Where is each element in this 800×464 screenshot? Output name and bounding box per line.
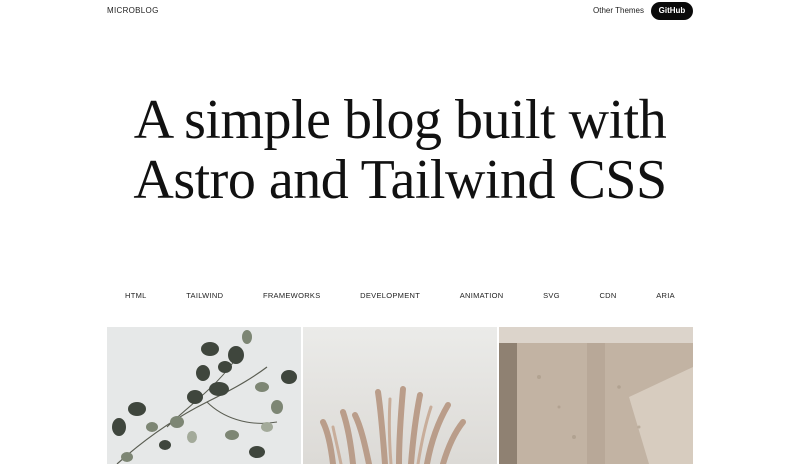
concrete-wall-image <box>499 327 693 464</box>
post-card-3[interactable] <box>499 327 693 464</box>
hero-line-1: A simple blog built with <box>133 89 667 151</box>
tag-animation[interactable]: ANIMATION <box>460 291 504 300</box>
post-gallery <box>107 327 693 464</box>
tag-tailwind[interactable]: TAILWIND <box>186 291 223 300</box>
tag-development[interactable]: DEVELOPMENT <box>360 291 420 300</box>
other-themes-link[interactable]: Other Themes <box>593 6 644 15</box>
tag-html[interactable]: HTML <box>125 291 147 300</box>
github-button[interactable]: GitHub <box>651 2 693 20</box>
tag-list: HTML TAILWIND FRAMEWORKS DEVELOPMENT ANI… <box>107 287 693 303</box>
hero-line-2: Astro and Tailwind CSS <box>133 149 667 211</box>
top-navigation: MICROBLOG Other Themes GitHub <box>0 0 800 24</box>
pampas-grass-image <box>303 327 497 464</box>
eucalyptus-image <box>107 327 301 464</box>
tag-aria[interactable]: ARIA <box>656 291 675 300</box>
tag-frameworks[interactable]: FRAMEWORKS <box>263 291 321 300</box>
site-logo[interactable]: MICROBLOG <box>107 6 159 15</box>
hero-heading: A simple blog built with Astro and Tailw… <box>0 90 800 210</box>
post-card-2[interactable] <box>303 327 497 464</box>
tag-svg[interactable]: SVG <box>543 291 560 300</box>
tag-cdn[interactable]: CDN <box>599 291 616 300</box>
post-card-1[interactable] <box>107 327 301 464</box>
